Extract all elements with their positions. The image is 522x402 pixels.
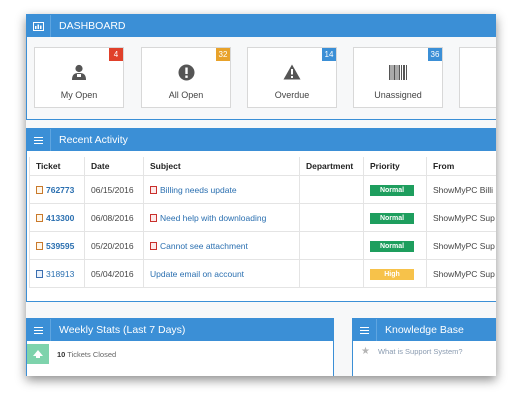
weekly-stats-panel: Weekly Stats (Last 7 Days) 10 Tickets Cl… <box>26 318 334 376</box>
knowledge-base-item-link[interactable]: What is Support System? <box>378 347 463 356</box>
knowledge-base-panel: Knowledge Base ★ What is Support System? <box>352 318 496 376</box>
date-cell: 05/04/2016 <box>84 259 144 288</box>
column-header-priority[interactable]: Priority <box>363 157 427 176</box>
ticket-number[interactable]: 762773 <box>46 185 74 195</box>
table-row[interactable]: 318913 05/04/2016 Update email on accoun… <box>29 259 496 288</box>
ticket-cell[interactable]: 539595 <box>29 231 85 260</box>
department-cell <box>299 203 364 232</box>
recent-activity-header: Recent Activity <box>27 129 496 151</box>
overdue-label: Overdue <box>274 90 310 100</box>
column-header-date[interactable]: Date <box>84 157 144 176</box>
recent-activity-table: Ticket Date Subject Department Priority … <box>29 157 496 288</box>
recent-activity-title: Recent Activity <box>59 134 128 146</box>
from-cell: ShowMyPC Sup <box>426 203 496 232</box>
subject-link[interactable]: Update email on account <box>150 269 244 279</box>
date-cell: 05/20/2016 <box>84 231 144 260</box>
priority-badge: Normal <box>370 184 414 196</box>
date-cell: 06/08/2016 <box>84 203 144 232</box>
tickets-closed-row: 10 Tickets Closed <box>27 344 333 364</box>
priority-cell: Normal <box>363 175 427 204</box>
column-header-ticket[interactable]: Ticket <box>29 157 85 176</box>
from-cell: ShowMyPC Sup <box>426 259 496 288</box>
ticket-number[interactable]: 539595 <box>46 241 74 251</box>
table-header-row: Ticket Date Subject Department Priority … <box>29 157 496 176</box>
unassigned-label: Unassigned <box>374 90 422 100</box>
priority-cell: Normal <box>363 231 427 260</box>
tile-unassigned[interactable]: 36 Unassigned <box>353 47 443 108</box>
attachment-file-icon <box>36 241 43 250</box>
tile-all-open[interactable]: 32 All Open <box>141 47 231 108</box>
tickets-closed-label: Tickets Closed <box>67 349 117 359</box>
subject-cell[interactable]: Update email on account <box>143 259 300 288</box>
priority-badge: High <box>370 268 414 280</box>
subject-cell[interactable]: Billing needs update <box>143 175 300 204</box>
arrow-up-icon <box>27 344 49 364</box>
table-row[interactable]: 762773 06/15/2016 Billing needs update N… <box>29 175 496 204</box>
column-header-from[interactable]: From <box>426 157 496 176</box>
recent-activity-panel: Recent Activity Ticket Date Subject Depa… <box>26 128 496 302</box>
weekly-stats-title: Weekly Stats (Last 7 Days) <box>59 324 186 336</box>
priority-cell: High <box>363 259 427 288</box>
attachment-file-icon <box>36 185 43 194</box>
app-screen: DASHBOARD 4 My Open 32 All Open 14 Overd… <box>26 14 496 376</box>
subject-link[interactable]: Need help with downloading <box>160 213 266 223</box>
department-cell <box>299 175 364 204</box>
ticket-number[interactable]: 413300 <box>46 213 74 223</box>
warning-icon <box>248 62 336 82</box>
subject-cell[interactable]: Need help with downloading <box>143 203 300 232</box>
tile-my-open[interactable]: 4 My Open <box>34 47 124 108</box>
ticket-cell[interactable]: 762773 <box>29 175 85 204</box>
table-row[interactable]: 539595 05/20/2016 Cannot see attachment … <box>29 231 496 260</box>
table-row[interactable]: 413300 06/08/2016 Need help with downloa… <box>29 203 496 232</box>
date-cell: 06/15/2016 <box>84 175 144 204</box>
overdue-count-badge: 14 <box>322 48 336 61</box>
exclamation-circle-icon <box>142 62 230 82</box>
column-header-subject[interactable]: Subject <box>143 157 300 176</box>
document-icon <box>36 269 43 278</box>
tickets-closed-count: 10 <box>57 349 66 359</box>
ticket-number[interactable]: 318913 <box>46 269 74 279</box>
my-open-label: My Open <box>60 90 98 100</box>
list-icon <box>353 319 377 341</box>
list-icon <box>27 129 51 151</box>
dashboard-icon <box>27 15 51 37</box>
knowledge-base-header: Knowledge Base <box>353 319 496 341</box>
subject-cell[interactable]: Cannot see attachment <box>143 231 300 260</box>
from-cell: ShowMyPC Billi <box>426 175 496 204</box>
all-open-count-badge: 32 <box>216 48 230 61</box>
from-cell: ShowMyPC Sup <box>426 231 496 260</box>
subject-link[interactable]: Billing needs update <box>160 185 237 195</box>
attachment-file-icon <box>36 213 43 222</box>
priority-cell: Normal <box>363 203 427 232</box>
knowledge-base-title: Knowledge Base <box>385 324 464 336</box>
pdf-icon <box>150 185 157 194</box>
knowledge-base-item[interactable]: ★ What is Support System? <box>361 346 463 357</box>
priority-badge: Normal <box>370 212 414 224</box>
pdf-icon <box>150 241 157 250</box>
tile-overdue[interactable]: 14 Overdue <box>247 47 337 108</box>
dashboard-header: DASHBOARD <box>27 15 496 37</box>
column-header-department[interactable]: Department <box>299 157 364 176</box>
dashboard-title: DASHBOARD <box>59 20 126 32</box>
unassigned-count-badge: 36 <box>428 48 442 61</box>
list-icon <box>27 319 51 341</box>
department-cell <box>299 231 364 260</box>
barcode-icon <box>354 62 442 82</box>
ticket-cell[interactable]: 413300 <box>29 203 85 232</box>
pdf-icon <box>150 213 157 222</box>
my-open-count-badge: 4 <box>109 48 123 61</box>
tile-partial[interactable] <box>459 47 496 108</box>
priority-badge: Normal <box>370 240 414 252</box>
subject-link[interactable]: Cannot see attachment <box>160 241 248 251</box>
weekly-stats-header: Weekly Stats (Last 7 Days) <box>27 319 333 341</box>
dashboard-panel: DASHBOARD 4 My Open 32 All Open 14 Overd… <box>26 14 496 120</box>
ticket-cell[interactable]: 318913 <box>29 259 85 288</box>
user-icon <box>35 62 123 82</box>
all-open-label: All Open <box>168 90 204 100</box>
department-cell <box>299 259 364 288</box>
star-icon: ★ <box>361 346 370 357</box>
